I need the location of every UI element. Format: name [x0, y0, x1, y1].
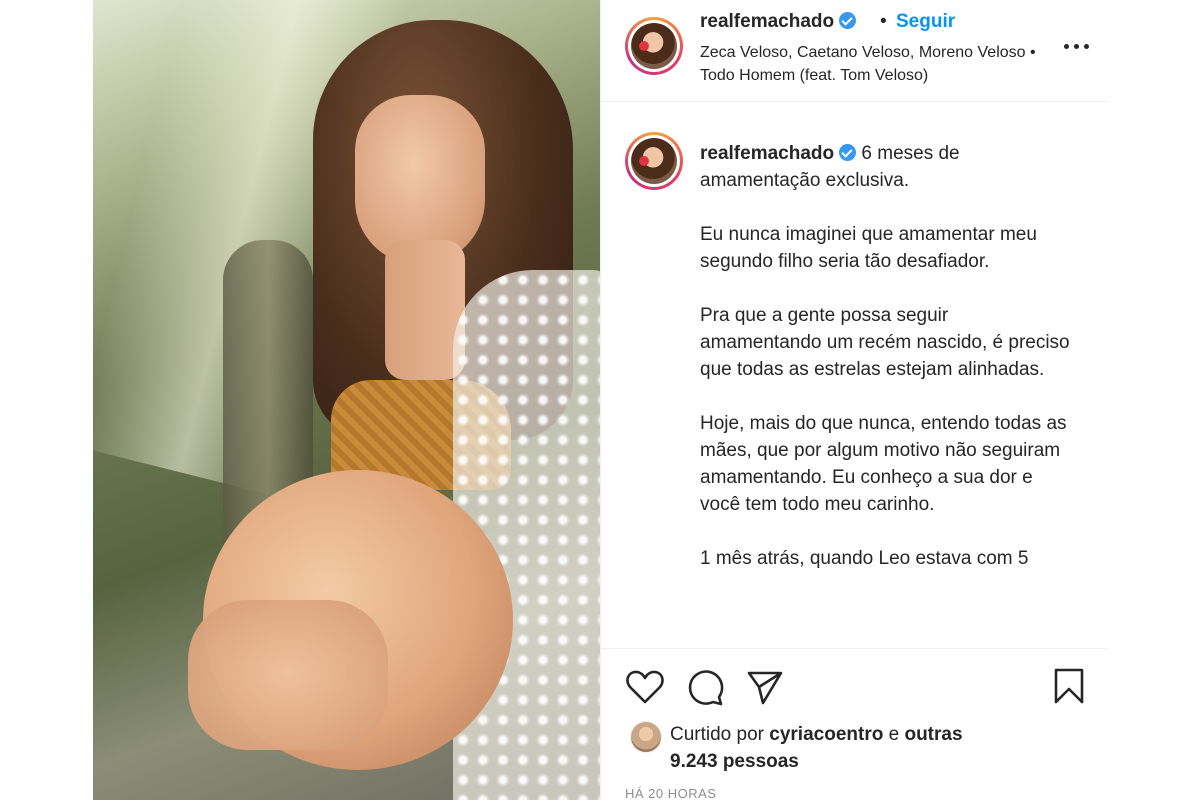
header-username[interactable]: realfemachado: [700, 11, 857, 33]
more-options-icon[interactable]: [1064, 42, 1090, 52]
heart-icon[interactable]: [625, 669, 665, 705]
follow-button[interactable]: Seguir: [896, 11, 955, 33]
caption-paragraph: Pra que a gente possa seguir amamentando…: [700, 305, 1070, 380]
verified-badge-icon: [839, 12, 857, 29]
post-header: realfemachado • Seguir Zeca Veloso, Caet…: [601, 0, 1108, 102]
profile-picture: [631, 23, 677, 69]
comment-bubble-icon[interactable]: [685, 669, 725, 707]
post-sidebar: realfemachado • Seguir Zeca Veloso, Caet…: [600, 0, 1108, 801]
action-bar: Curtido por cyriacoentro e outras 9.243 …: [601, 648, 1108, 801]
liker-username[interactable]: cyriacoentro: [769, 724, 883, 745]
caption-username[interactable]: realfemachado: [700, 143, 834, 164]
caption-paragraph: realfemachado 6 meses de amamentação exc…: [700, 143, 960, 191]
profile-picture: [631, 138, 677, 184]
avatar[interactable]: [625, 132, 683, 190]
caption-paragraph: Hoje, mais do que nunca, entendo todas a…: [700, 413, 1067, 515]
caption-paragraph: 1 mês atrás, quando Leo estava com 5: [700, 548, 1029, 569]
caption-paragraph: Eu nunca imaginei que amamentar meu segu…: [700, 224, 1037, 272]
flower-icon: [639, 156, 649, 166]
post-timestamp[interactable]: HÁ 20 HORAS: [625, 786, 716, 801]
liker-avatar[interactable]: [630, 721, 662, 753]
caption-text: realfemachado 6 meses de amamentação exc…: [700, 140, 1070, 599]
post-photo[interactable]: [93, 0, 600, 800]
paper-plane-icon[interactable]: [745, 669, 785, 705]
avatar[interactable]: [625, 17, 683, 75]
hands: [188, 600, 388, 750]
verified-badge-icon: [839, 144, 857, 161]
music-attribution[interactable]: Zeca Veloso, Caetano Veloso, Moreno Velo…: [700, 41, 1040, 87]
instagram-post: realfemachado • Seguir Zeca Veloso, Caet…: [93, 0, 1108, 801]
likes-summary: Curtido por cyriacoentro e outras 9.243 …: [670, 724, 963, 772]
flower-icon: [639, 41, 649, 51]
caption-section: realfemachado 6 meses de amamentação exc…: [601, 102, 1108, 648]
separator-dot: •: [880, 11, 887, 32]
bookmark-icon[interactable]: [1052, 667, 1086, 705]
